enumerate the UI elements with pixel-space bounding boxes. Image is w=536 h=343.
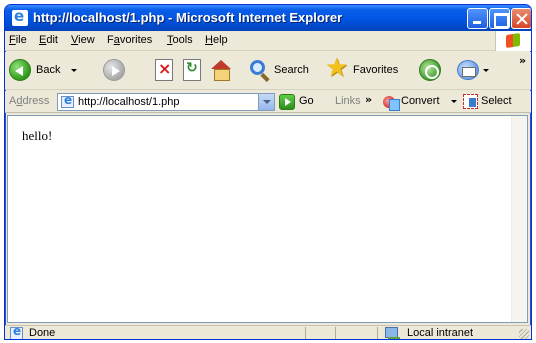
stop-icon — [155, 59, 173, 81]
forward-arrow-icon — [103, 59, 125, 81]
address-label: Address — [9, 95, 49, 107]
minimize-button[interactable] — [467, 8, 488, 29]
status-divider — [335, 327, 336, 339]
select-button[interactable]: Select — [481, 95, 512, 107]
status-page-icon — [10, 324, 23, 339]
home-button[interactable] — [211, 59, 233, 83]
page-viewport[interactable]: hello! — [7, 115, 528, 323]
refresh-icon — [183, 59, 201, 81]
windows-logo-icon — [495, 31, 531, 51]
back-button[interactable]: Back — [9, 59, 81, 83]
menu-favorites-label: vorites — [119, 34, 153, 46]
convert-icon[interactable] — [383, 94, 400, 111]
favorites-button[interactable]: ★ Favorites — [325, 54, 409, 83]
convert-dropdown-arrow-icon[interactable] — [451, 100, 457, 103]
media-icon — [419, 59, 441, 81]
back-arrow-icon — [9, 59, 31, 81]
back-label: Back — [36, 64, 61, 76]
menu-help[interactable]: Help — [205, 34, 228, 46]
browser-window: http://localhost/1.php - Microsoft Inter… — [4, 4, 532, 340]
address-bar: Address http://localhost/1.php Go Links … — [5, 91, 531, 113]
menu-file-access-key: F — [9, 34, 16, 46]
menu-favorites-pre: F — [107, 34, 114, 46]
media-button[interactable] — [419, 59, 443, 83]
menu-file[interactable]: File — [9, 34, 27, 46]
address-label-rest: dress — [22, 95, 50, 107]
menu-help-label: elp — [212, 34, 228, 46]
menu-view-label: iew — [78, 34, 95, 46]
status-divider — [377, 327, 378, 339]
go-button[interactable]: Go — [299, 95, 314, 107]
search-button[interactable]: Search — [250, 59, 318, 83]
title-bar[interactable]: http://localhost/1.php - Microsoft Inter… — [5, 5, 531, 31]
refresh-button[interactable] — [183, 59, 203, 83]
menu-tools[interactable]: Tools — [167, 34, 193, 46]
menu-edit-label: dit — [46, 34, 58, 46]
page-ie-icon — [61, 93, 74, 108]
favorites-label: Favorites — [353, 64, 399, 76]
address-value: http://localhost/1.php — [78, 96, 180, 108]
menu-edit[interactable]: Edit — [39, 34, 58, 46]
address-dropdown-icon[interactable] — [258, 94, 274, 110]
search-label: Search — [274, 64, 309, 76]
menu-view[interactable]: View — [71, 34, 95, 46]
mail-icon — [457, 60, 479, 80]
status-divider — [305, 327, 306, 339]
maximize-button[interactable] — [489, 8, 510, 29]
mail-dropdown-arrow-icon[interactable] — [483, 69, 489, 72]
forward-button[interactable] — [103, 59, 127, 83]
page-content-text: hello! — [22, 128, 53, 143]
ie-logo-icon — [12, 7, 28, 26]
convert-button[interactable]: Convert — [401, 95, 440, 107]
status-bar: Done Local intranet — [5, 324, 531, 339]
menu-bar: File Edit View Favorites Tools Help — [5, 31, 531, 51]
security-zone-label: Local intranet — [407, 327, 474, 339]
menu-tools-label: ools — [172, 34, 193, 46]
menu-file-label: ile — [15, 34, 27, 46]
vertical-scrollbar[interactable] — [511, 116, 527, 322]
menu-favorites[interactable]: Favorites — [107, 34, 152, 46]
favorites-star-icon: ★ — [325, 52, 349, 82]
status-text: Done — [29, 327, 56, 339]
menu-help-access-key: H — [205, 34, 213, 46]
mail-button[interactable] — [457, 59, 491, 83]
select-icon[interactable] — [463, 94, 478, 109]
search-icon — [250, 60, 265, 75]
address-input[interactable]: http://localhost/1.php — [57, 93, 275, 111]
go-arrow-icon[interactable] — [279, 94, 295, 110]
links-chevron-icon[interactable]: » — [365, 93, 372, 106]
local-intranet-icon — [385, 327, 401, 339]
window-title: http://localhost/1.php - Microsoft Inter… — [33, 10, 343, 25]
toolbar-more-chevron-icon[interactable]: » — [519, 54, 526, 67]
stop-button[interactable] — [155, 59, 175, 83]
close-button[interactable] — [511, 8, 531, 29]
resize-grip-icon[interactable] — [519, 329, 529, 339]
back-dropdown-arrow-icon[interactable] — [71, 69, 77, 72]
links-label[interactable]: Links — [335, 95, 361, 107]
home-icon — [211, 60, 231, 81]
standard-toolbar: Back Search ★ Favorites » — [5, 52, 531, 90]
